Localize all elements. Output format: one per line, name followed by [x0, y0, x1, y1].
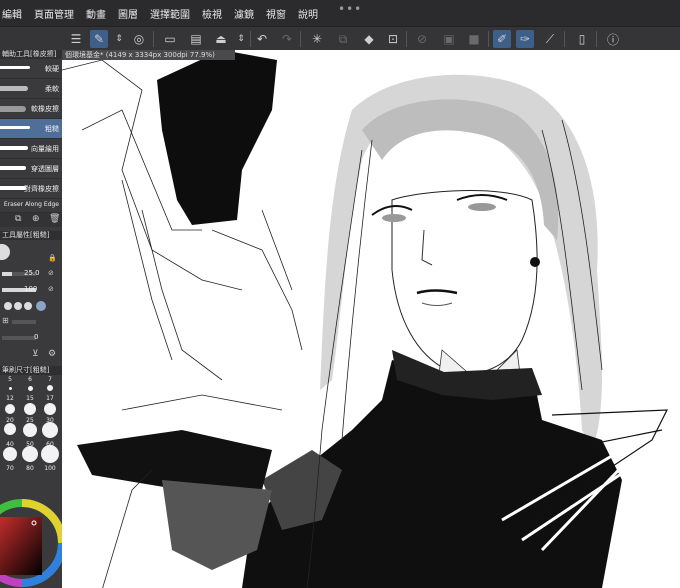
deselect-icon[interactable]: ⊘ [413, 30, 431, 48]
brush-item-label: 軟橡皮擦 [31, 105, 59, 113]
crop-icon[interactable]: ▣ [440, 30, 458, 48]
opacity-value: 100 [24, 285, 38, 293]
pressure-icon[interactable]: ⊘ [48, 269, 54, 277]
menu-item-help[interactable]: 說明 [292, 6, 324, 21]
lock-icon[interactable]: 🔒 [48, 254, 57, 262]
brush-stroke-preview [0, 126, 30, 129]
brush-tool-icon[interactable]: ✑ [516, 30, 534, 48]
brush-stroke-preview [0, 146, 28, 150]
trash-icon[interactable]: 🗑 [49, 214, 60, 224]
brush-size-grid[interactable]: 5 6 7 12 15 17 20 25 30 40 50 60 70 80 1… [0, 375, 62, 485]
texture-row[interactable]: ⊞ [0, 314, 62, 330]
size-label[interactable]: 15 [20, 395, 40, 402]
save-icon[interactable]: ⏏ [212, 30, 230, 48]
artwork [62, 50, 668, 588]
menu-item-view[interactable]: 檢視 [196, 6, 228, 21]
settings-row: ⊻ ⚙ [0, 346, 62, 364]
tool-property-header: 工具屬性[粗糙] [0, 231, 62, 240]
redo-icon[interactable]: ↷ [278, 30, 296, 48]
opacity-slider[interactable]: 100 ⊘ [0, 282, 62, 298]
zero-slider[interactable]: 0 [0, 330, 62, 346]
size-label[interactable]: 80 [20, 465, 40, 472]
size-label[interactable]: 7 [40, 376, 60, 383]
size-label[interactable]: 5 [0, 376, 20, 383]
new-file-icon[interactable]: ▭ [161, 30, 179, 48]
add-icon[interactable]: ⊕ [32, 214, 40, 224]
document-title: 個環境基金* (4149 x 3334px 300dpi 77.9%) [65, 51, 215, 59]
size-label[interactable]: 12 [0, 395, 20, 402]
fill-icon[interactable]: ◆ [360, 30, 378, 48]
chevron-updown-icon[interactable]: ⇕ [110, 30, 128, 48]
brush-item-hard[interactable]: 較硬 [0, 59, 62, 79]
color-wheel[interactable] [0, 493, 62, 588]
brush-item-label: 向量繪用 [31, 145, 59, 153]
brush-item-label: 柔軟 [45, 85, 59, 93]
drawing-canvas[interactable] [62, 50, 680, 588]
menu-item-selection[interactable]: 選擇範圍 [144, 6, 196, 21]
brush-stroke-preview [0, 186, 26, 190]
brush-tip-row[interactable] [0, 298, 62, 314]
brush-item-label: 對齊橡皮擦 [24, 185, 59, 193]
size-label[interactable]: 6 [20, 376, 40, 383]
brush-item-pass-through[interactable]: 穿透圖層 [0, 159, 62, 179]
stroke-tool-icon[interactable]: ⟋ [541, 30, 559, 48]
size-label[interactable]: 17 [40, 395, 60, 402]
device-icon[interactable]: ▯ [573, 30, 591, 48]
menu-item-edit[interactable]: 編輯 [0, 6, 28, 21]
brush-stroke-preview [0, 86, 28, 91]
undo-icon[interactable]: ↶ [253, 30, 271, 48]
tip-shape-icon-2[interactable] [14, 302, 22, 310]
clear-icon[interactable]: ⧉ [334, 30, 352, 48]
color-target-icon[interactable]: ◎ [130, 30, 148, 48]
menu-item-page-management[interactable]: 頁面管理 [28, 6, 80, 21]
brush-stroke-preview [0, 66, 30, 69]
brush-stroke-preview [0, 166, 26, 170]
brush-item-label: 較硬 [45, 65, 59, 73]
tip-shape-icon[interactable] [4, 302, 12, 310]
size-slider[interactable]: 25.0 ⊘ [0, 266, 62, 282]
texture-icon: ⊞ [2, 316, 9, 325]
brush-item-snap-eraser[interactable]: 對齊橡皮擦 [0, 179, 62, 199]
menu-item-filter[interactable]: 濾鏡 [228, 6, 260, 21]
pen-tool-icon[interactable]: ✐ [493, 30, 511, 48]
menu-item-window[interactable]: 視窗 [260, 6, 292, 21]
open-folder-icon[interactable]: ▤ [187, 30, 205, 48]
brush-item-vector[interactable]: 向量繪用 [0, 139, 62, 159]
copy-icon[interactable]: ⧉ [15, 214, 21, 224]
brush-item-soft[interactable]: 柔軟 [0, 79, 62, 99]
wrench-icon[interactable]: ⚙ [48, 349, 56, 359]
download-icon[interactable]: ⊻ [32, 349, 39, 359]
edit-layer-icon[interactable]: ✎ [90, 30, 108, 48]
help-icon[interactable]: ⓘ [604, 30, 622, 48]
sub-tool-actions: ⧉ ⊕ 🗑 [0, 213, 62, 227]
menu-item-layer[interactable]: 圖層 [112, 6, 144, 21]
brush-item-rough[interactable]: 粗糙 [0, 119, 62, 139]
brush-item-label: 穿透圖層 [31, 165, 59, 173]
pressure-icon-2[interactable]: ⊘ [48, 285, 54, 293]
window-dots-icon[interactable]: ••• [338, 2, 362, 16]
brush-size-header: 筆刷尺寸[粗糙] [0, 366, 62, 375]
command-bar: ☰ ✎ ⇕ ◎ ▭ ▤ ⏏ ⇕ ↶ ↷ ✳ ⧉ ◆ ⊡ ⊘ ▣ ■ ✐ ✑ ⟋ … [0, 26, 680, 52]
brush-item-label: 粗糙 [45, 125, 59, 133]
chevron-updown-icon-2[interactable]: ⇕ [232, 30, 250, 48]
tip-shape-icon-3[interactable] [24, 302, 32, 310]
tip-shape-selected-icon[interactable] [36, 301, 46, 311]
transform-icon[interactable]: ⊡ [384, 30, 402, 48]
brush-preview-row: 🔒 [0, 240, 62, 266]
sub-tool-header: 輔助工具[橡皮擦] [0, 50, 62, 59]
menu-item-animation[interactable]: 動畫 [80, 6, 112, 21]
document-tab[interactable]: 個環境基金* (4149 x 3334px 300dpi 77.9%) [62, 50, 235, 60]
menu-bar: 編輯 頁面管理 動畫 圖層 選擇範圍 檢視 濾鏡 視窗 說明 ••• [0, 0, 680, 26]
brush-item-label: Eraser Along Edge [3, 201, 59, 208]
brush-item-soft-eraser[interactable]: 軟橡皮擦 [0, 99, 62, 119]
menu-icon[interactable]: ☰ [67, 30, 85, 48]
size-label[interactable]: 100 [40, 465, 60, 472]
brush-stroke-preview [0, 106, 26, 112]
size-label[interactable]: 70 [0, 465, 20, 472]
loading-spinner-icon[interactable]: ✳ [308, 30, 326, 48]
zero-value: 0 [34, 333, 39, 341]
size-value: 25.0 [24, 269, 40, 277]
invert-selection-icon[interactable]: ■ [465, 30, 483, 48]
brush-item-eraser-along-edge[interactable]: Eraser Along Edge [0, 199, 62, 213]
